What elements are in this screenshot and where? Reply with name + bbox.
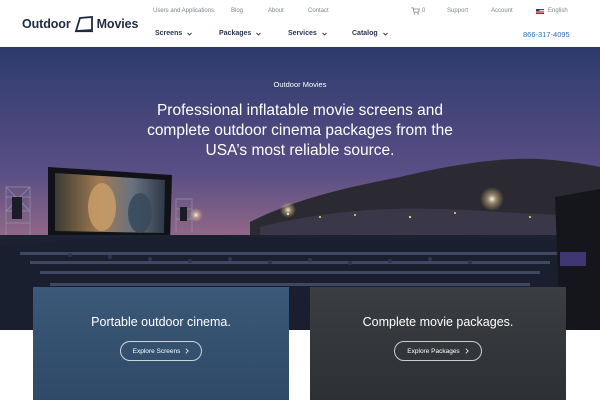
chevron-down-icon <box>382 32 388 36</box>
screen-logo-icon <box>74 16 93 33</box>
cart-count[interactable]: 0 <box>422 8 425 14</box>
logo-text-left: Outdoor <box>22 17 71 31</box>
chevron-down-icon <box>187 32 193 36</box>
chevron-right-icon <box>185 348 190 354</box>
about-link[interactable]: About <box>268 8 284 14</box>
explore-packages-button[interactable]: Explore Packages <box>394 341 482 361</box>
account-link[interactable]: Account <box>491 8 513 14</box>
explore-packages-label: Explore Packages <box>407 347 460 355</box>
hero-title: Professional inflatable movie screens an… <box>147 102 453 159</box>
explore-screens-button[interactable]: Explore Screens <box>120 341 202 361</box>
site-header: Outdoor Movies Users and Applications Bl… <box>0 0 600 47</box>
chevron-down-icon <box>321 32 327 36</box>
nav-catalog-label: Catalog <box>352 30 378 37</box>
users-applications-link[interactable]: Users and Applications <box>153 8 214 14</box>
language-selector[interactable]: English <box>548 8 568 14</box>
chevron-down-icon <box>256 32 262 36</box>
card-title: Portable outdoor cinema. <box>91 315 231 329</box>
contact-link[interactable]: Contact <box>308 8 329 14</box>
chevron-right-icon <box>465 348 469 354</box>
phone-number[interactable]: 866-317-4095 <box>523 30 570 39</box>
hero-eyebrow: Outdoor Movies <box>273 80 327 89</box>
explore-screens-label: Explore Screens <box>132 347 181 355</box>
nav-services[interactable]: Services <box>288 30 327 37</box>
nav-packages-label: Packages <box>219 30 252 37</box>
card-movie-packages: Complete movie packages. Explore Package… <box>310 287 566 400</box>
logo[interactable]: Outdoor Movies <box>22 14 138 34</box>
nav-catalog[interactable]: Catalog <box>352 30 388 37</box>
us-flag-icon <box>536 9 544 14</box>
nav-screens[interactable]: Screens <box>155 30 193 37</box>
nav-services-label: Services <box>288 30 317 37</box>
cart-icon[interactable] <box>411 7 420 15</box>
logo-text-right: Movies <box>96 17 139 31</box>
blog-link[interactable]: Blog <box>231 8 243 14</box>
support-link[interactable]: Support <box>447 8 468 14</box>
nav-packages[interactable]: Packages <box>219 30 262 37</box>
card-title: Complete movie packages. <box>362 315 514 329</box>
nav-screens-label: Screens <box>155 30 183 37</box>
card-portable-cinema: Portable outdoor cinema. Explore Screens <box>33 287 289 400</box>
